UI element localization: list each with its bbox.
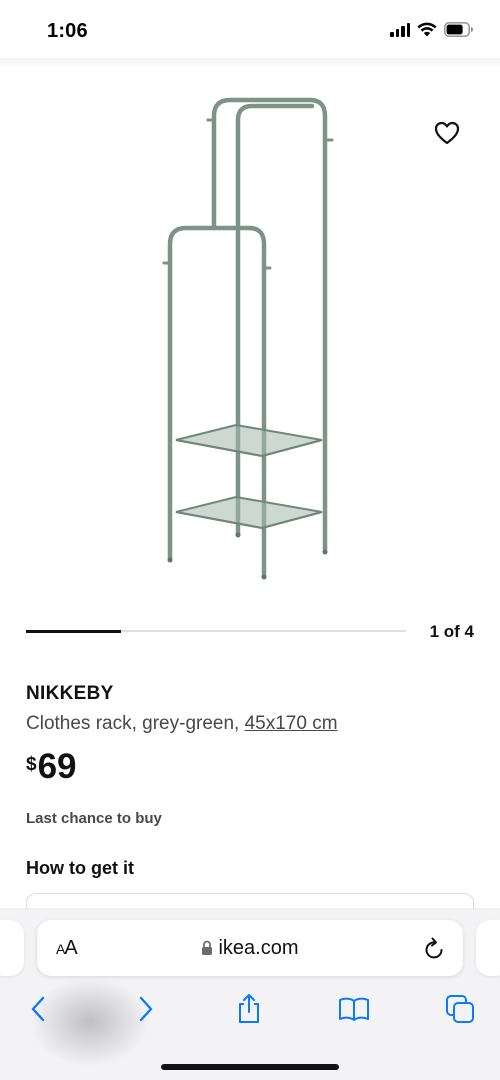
image-counter: 1 of 4 — [429, 622, 474, 641]
forward-icon — [139, 996, 153, 1022]
product-description-text: Clothes rack, grey-green, — [26, 713, 245, 734]
price-currency: $ — [26, 754, 37, 775]
tabs-button[interactable] — [444, 993, 476, 1025]
carousel-progress — [26, 629, 121, 633]
reload-button[interactable] — [424, 936, 446, 965]
bookmarks-button[interactable] — [338, 993, 370, 1025]
availability-label: Last chance to buy — [26, 810, 162, 827]
product-image[interactable] — [0, 70, 500, 610]
clothes-rack-image — [162, 97, 334, 580]
status-icons — [390, 22, 474, 37]
product-price: $ 69 — [26, 747, 77, 787]
forward-button[interactable] — [130, 993, 162, 1025]
bookmarks-icon — [339, 997, 369, 1021]
product-description: Clothes rack, grey-green, 45x170 cm — [26, 713, 338, 735]
reload-icon — [425, 937, 443, 959]
product-name: NIKKEBY — [26, 683, 114, 704]
browser-nav-row — [0, 989, 500, 1029]
browser-toolbar: AA ikea.com — [0, 909, 500, 1080]
home-indicator — [161, 1064, 339, 1070]
price-amount: 69 — [37, 747, 77, 786]
wifi-icon — [417, 22, 437, 37]
url-text: ikea.com — [218, 937, 299, 959]
share-icon — [239, 994, 259, 1023]
favorite-button[interactable] — [432, 118, 462, 148]
heart-outline-icon — [434, 121, 460, 145]
address-bar[interactable]: AA ikea.com — [37, 920, 463, 976]
cellular-signal-icon — [390, 22, 410, 37]
header-shadow — [0, 58, 500, 68]
back-icon — [31, 996, 45, 1022]
image-carousel-indicator: 1 of 4 — [26, 620, 474, 642]
previous-tab-edge[interactable] — [0, 920, 24, 976]
status-bar: 1:06 — [0, 0, 500, 62]
battery-icon — [444, 22, 473, 37]
status-time: 1:06 — [47, 20, 88, 42]
product-size-link[interactable]: 45x170 cm — [245, 713, 338, 734]
url-display[interactable]: ikea.com — [37, 937, 463, 960]
next-tab-edge[interactable] — [476, 920, 500, 976]
back-button[interactable] — [22, 993, 54, 1025]
carousel-track[interactable] — [26, 629, 406, 633]
lock-icon — [202, 940, 213, 955]
share-button[interactable] — [233, 993, 265, 1025]
how-to-get-it-heading: How to get it — [26, 858, 134, 878]
tabs-icon — [446, 995, 474, 1023]
